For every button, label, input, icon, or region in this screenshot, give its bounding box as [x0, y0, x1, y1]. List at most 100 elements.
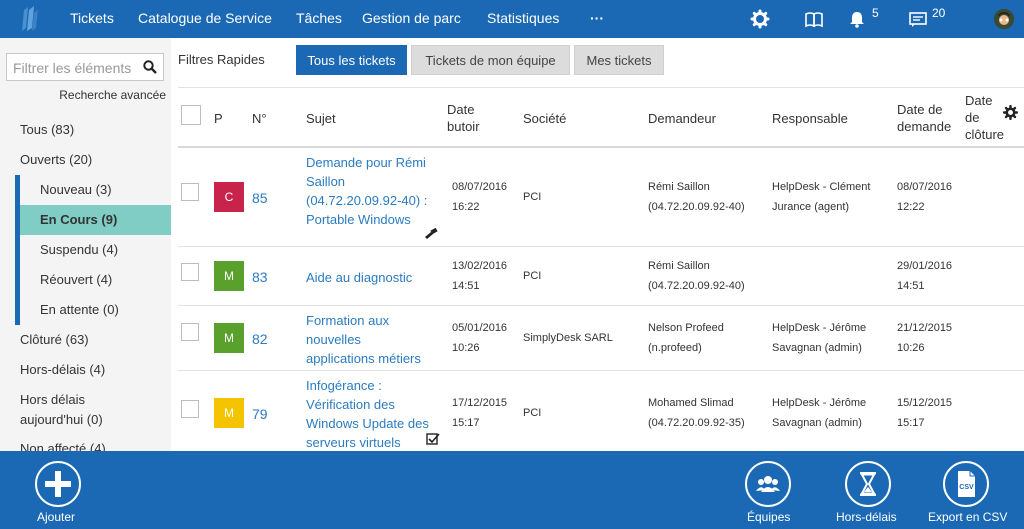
header-request-date[interactable]: Date de demande — [897, 101, 951, 135]
sidebar-item-label: Clôturé (63) — [20, 332, 89, 347]
assignee-name: HelpDesk - Jérôme — [772, 322, 867, 334]
due-time: 14:51 — [452, 280, 480, 292]
add-button[interactable] — [35, 461, 81, 507]
advanced-search-link[interactable]: Recherche avancée — [59, 88, 166, 102]
nav-tasks[interactable]: Tâches — [296, 10, 342, 26]
filter-input[interactable] — [11, 58, 139, 78]
sidebar-item-pending[interactable]: En attente (0) — [0, 295, 171, 325]
filter-all-tickets-button[interactable]: Tous les tickets — [296, 45, 407, 75]
requester-id: (04.72.20.09.92-40) — [648, 201, 745, 213]
subject-line: Formation aux — [306, 313, 390, 328]
sidebar-item-in-progress[interactable]: En Cours (9) — [20, 205, 171, 235]
requester-cell: Rémi Saillon (04.72.20.09.92-40) — [648, 256, 745, 296]
app-logo-icon[interactable] — [14, 4, 44, 34]
assignee-name: HelpDesk - Clément — [772, 181, 871, 193]
sidebar-item-new[interactable]: Nouveau (3) — [0, 175, 171, 205]
sidebar-item-unassigned[interactable]: Non affecté (4) — [0, 434, 171, 451]
search-icon[interactable] — [143, 60, 157, 74]
request-time: 12:22 — [897, 201, 925, 213]
gear-icon[interactable] — [750, 9, 770, 29]
checkbox-icon — [426, 433, 440, 445]
ticket-subject[interactable]: Demande pour Rémi Saillon (04.72.20.09.9… — [306, 153, 442, 229]
quick-filters-label: Filtres Rapides — [178, 52, 265, 67]
filter-team-tickets-button[interactable]: Tickets de mon équipe — [411, 45, 570, 75]
ticket-number[interactable]: 79 — [252, 406, 268, 422]
priority-badge: C — [214, 182, 244, 212]
header-subject[interactable]: Sujet — [306, 110, 336, 127]
sidebar-item-overdue[interactable]: Hors-délais (4) — [0, 355, 171, 385]
assignee-name: HelpDesk - Jérôme — [772, 397, 867, 409]
nav-more-menu[interactable]: ··· — [590, 10, 604, 26]
filter-my-tickets-button[interactable]: Mes tickets — [574, 45, 664, 75]
request-date: 29/01/2016 — [897, 260, 953, 272]
row-divider — [178, 305, 1024, 306]
due-time: 15:17 — [452, 417, 480, 429]
ticket-subject[interactable]: Formation aux nouvelles applications mét… — [306, 311, 442, 368]
sidebar-item-suspended[interactable]: Suspendu (4) — [0, 235, 171, 265]
select-all-checkbox[interactable] — [181, 105, 201, 125]
row-checkbox[interactable] — [181, 323, 199, 341]
assignee-cell: HelpDesk - Jérôme Savagnan (admin) — [772, 393, 866, 433]
messages-icon[interactable] — [908, 9, 928, 29]
due-date-cell: 05/01/2016 10:26 — [452, 318, 507, 358]
avatar-icon — [994, 9, 1014, 29]
bottom-action-bar: Ajouter Équipes Hors-délais CSV Export e… — [0, 451, 1024, 529]
export-csv-button[interactable]: CSV — [943, 461, 989, 507]
due-date-cell: 17/12/2015 15:17 — [452, 393, 507, 433]
assignee-role: Savagnan (admin) — [772, 417, 862, 429]
row-divider — [178, 246, 1024, 247]
header-close-date[interactable]: Date de clôture — [965, 92, 1004, 143]
sidebar-item-all[interactable]: Tous (83) — [0, 115, 171, 145]
book-icon[interactable] — [804, 9, 824, 29]
nav-asset-management[interactable]: Gestion de parc — [362, 10, 461, 26]
ticket-subject[interactable]: Aide au diagnostic — [306, 268, 442, 287]
header-line: Date de — [897, 102, 943, 117]
sidebar-item-overdue-today[interactable]: Hors délais aujourd'hui (0) — [0, 385, 171, 427]
user-avatar[interactable] — [994, 9, 1014, 29]
nav-tickets[interactable]: Tickets — [70, 10, 114, 26]
due-time: 16:22 — [452, 201, 480, 213]
sidebar-item-reopened[interactable]: Réouvert (4) — [0, 265, 171, 295]
sidebar-item-closed[interactable]: Clôturé (63) — [0, 325, 171, 355]
sidebar-item-label: Hors délais — [20, 392, 86, 407]
requester-name: Rémi Saillon — [648, 260, 710, 272]
subject-line: Portable Windows — [306, 212, 411, 227]
company-cell: SimplyDesk SARL — [523, 332, 613, 344]
ticket-number[interactable]: 85 — [252, 190, 268, 206]
request-time: 10:26 — [897, 342, 925, 354]
assignee-cell: HelpDesk - Jérôme Savagnan (admin) — [772, 318, 866, 358]
sidebar-item-label: aujourd'hui (0) — [20, 412, 103, 427]
header-assignee[interactable]: Responsable — [772, 110, 848, 127]
plus-icon — [45, 471, 71, 497]
sidebar-item-label: Ouverts (20) — [20, 152, 93, 167]
header-company[interactable]: Société — [523, 110, 566, 127]
due-date: 05/01/2016 — [452, 322, 508, 334]
header-line: butoir — [447, 119, 480, 134]
subject-line: Demande pour Rémi — [306, 155, 426, 170]
row-checkbox[interactable] — [181, 400, 199, 418]
row-checkbox[interactable] — [181, 263, 199, 281]
nav-service-catalog[interactable]: Catalogue de Service — [138, 10, 272, 26]
sidebar-item-label: Tous (83) — [20, 122, 75, 137]
header-number[interactable]: N° — [252, 110, 267, 127]
subject-line: Windows Update des — [306, 416, 429, 431]
sidebar-item-label: En attente (0) — [40, 302, 119, 317]
header-due-date[interactable]: Date butoir — [447, 101, 480, 135]
requester-id: (04.72.20.09.92-40) — [648, 280, 745, 292]
bell-icon[interactable] — [847, 9, 867, 29]
header-priority[interactable]: P — [214, 110, 223, 127]
column-settings-gear-icon[interactable] — [1003, 105, 1018, 120]
sidebar-item-open[interactable]: Ouverts (20) — [0, 145, 171, 175]
row-checkbox[interactable] — [181, 183, 199, 201]
due-date-cell: 08/07/2016 16:22 — [452, 177, 507, 217]
ticket-number[interactable]: 83 — [252, 269, 268, 285]
ticket-number[interactable]: 82 — [252, 331, 268, 347]
request-date: 15/12/2015 — [897, 397, 953, 409]
nav-statistics[interactable]: Statistiques — [487, 10, 559, 26]
overdue-button[interactable] — [845, 461, 891, 507]
header-requester[interactable]: Demandeur — [648, 110, 716, 127]
ticket-subject[interactable]: Infogérance : Vérification des Windows U… — [306, 376, 446, 452]
due-date-cell: 13/02/2016 14:51 — [452, 256, 507, 296]
sidebar-item-label: Hors-délais (4) — [20, 362, 106, 377]
teams-button[interactable] — [745, 461, 791, 507]
